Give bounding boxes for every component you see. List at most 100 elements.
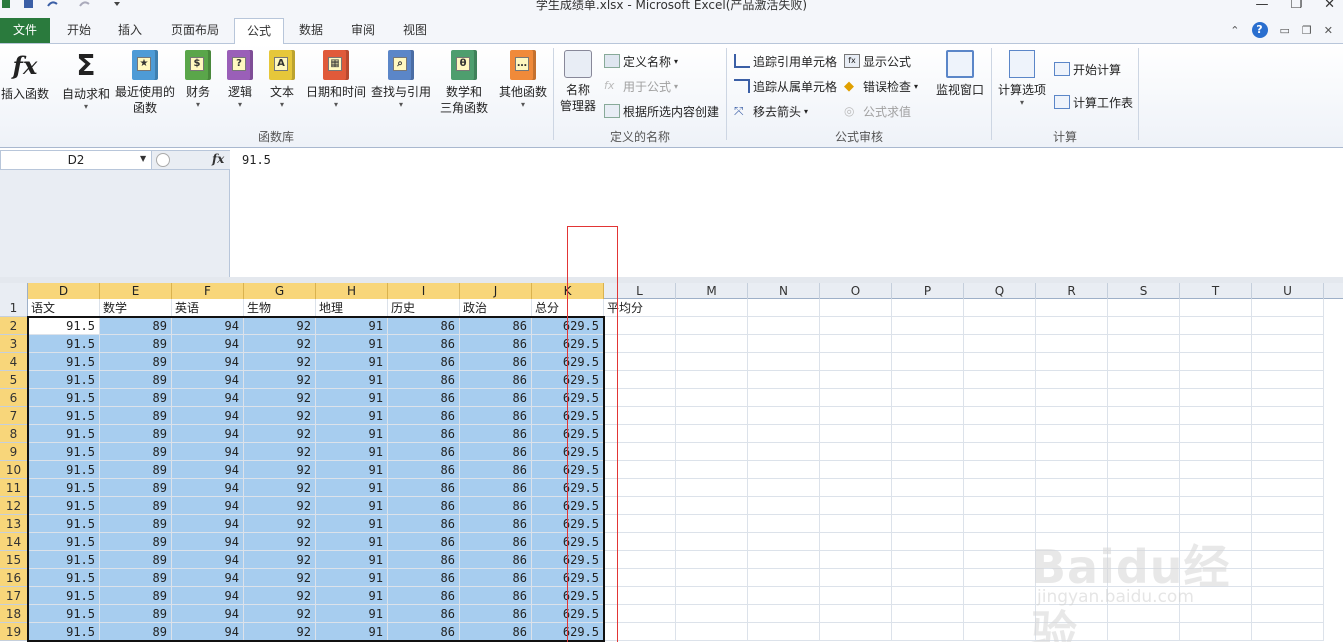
cell[interactable] bbox=[892, 461, 964, 479]
cell[interactable] bbox=[1180, 299, 1252, 317]
cell[interactable] bbox=[1252, 461, 1324, 479]
cell[interactable] bbox=[1180, 551, 1252, 569]
cell[interactable] bbox=[892, 623, 964, 641]
row-header-8[interactable]: 8 bbox=[0, 425, 28, 443]
cell[interactable] bbox=[604, 407, 676, 425]
cell[interactable] bbox=[1036, 443, 1108, 461]
data-cell[interactable]: 92 bbox=[244, 389, 316, 407]
data-cell[interactable]: 86 bbox=[460, 587, 532, 605]
cell[interactable] bbox=[820, 461, 892, 479]
cell[interactable] bbox=[1108, 497, 1180, 515]
header-cell[interactable]: 数学 bbox=[100, 299, 172, 317]
cell[interactable] bbox=[676, 425, 748, 443]
header-cell[interactable]: 英语 bbox=[172, 299, 244, 317]
cell[interactable] bbox=[1108, 317, 1180, 335]
formula-input[interactable]: 91.5 bbox=[230, 150, 1343, 277]
cell[interactable] bbox=[964, 335, 1036, 353]
cell[interactable] bbox=[1108, 533, 1180, 551]
data-cell[interactable]: 86 bbox=[388, 371, 460, 389]
cell[interactable] bbox=[964, 605, 1036, 623]
cell[interactable] bbox=[1180, 623, 1252, 641]
data-cell[interactable]: 86 bbox=[460, 533, 532, 551]
data-cell[interactable]: 92 bbox=[244, 605, 316, 623]
cell[interactable] bbox=[748, 407, 820, 425]
data-cell[interactable]: 86 bbox=[388, 605, 460, 623]
cell[interactable] bbox=[1252, 371, 1324, 389]
cell[interactable] bbox=[604, 479, 676, 497]
math-trig-button[interactable]: θ 数学和 三角函数 bbox=[434, 50, 494, 116]
data-cell[interactable]: 89 bbox=[100, 605, 172, 623]
cell[interactable] bbox=[1036, 299, 1108, 317]
data-cell[interactable]: 91 bbox=[316, 479, 388, 497]
column-header-n[interactable]: N bbox=[748, 283, 820, 299]
column-header-s[interactable]: S bbox=[1108, 283, 1180, 299]
data-cell[interactable]: 94 bbox=[172, 371, 244, 389]
data-cell[interactable]: 629.5 bbox=[532, 479, 604, 497]
watch-window-button[interactable]: 监视窗口 bbox=[934, 50, 986, 98]
data-cell[interactable]: 92 bbox=[244, 317, 316, 335]
cell[interactable] bbox=[892, 479, 964, 497]
data-cell[interactable]: 89 bbox=[100, 389, 172, 407]
trace-dependents-button[interactable]: 追踪从属单元格 bbox=[734, 77, 837, 95]
row-header-18[interactable]: 18 bbox=[0, 605, 28, 623]
cell[interactable] bbox=[1252, 443, 1324, 461]
data-cell[interactable]: 92 bbox=[244, 497, 316, 515]
cell[interactable] bbox=[892, 569, 964, 587]
column-header-e[interactable]: E bbox=[100, 283, 172, 299]
header-cell[interactable]: 地理 bbox=[316, 299, 388, 317]
cell[interactable] bbox=[1108, 389, 1180, 407]
cell[interactable] bbox=[1036, 407, 1108, 425]
cell[interactable] bbox=[1252, 317, 1324, 335]
cell[interactable] bbox=[1252, 497, 1324, 515]
header-cell[interactable]: 总分 bbox=[532, 299, 604, 317]
data-cell[interactable]: 92 bbox=[244, 623, 316, 641]
cell[interactable] bbox=[820, 335, 892, 353]
cell[interactable] bbox=[604, 443, 676, 461]
restore-icon[interactable]: ❐ bbox=[1290, 0, 1302, 12]
cell[interactable] bbox=[964, 587, 1036, 605]
data-cell[interactable]: 94 bbox=[172, 335, 244, 353]
cell[interactable] bbox=[1036, 533, 1108, 551]
data-cell[interactable]: 91 bbox=[316, 443, 388, 461]
header-cell[interactable]: 政治 bbox=[460, 299, 532, 317]
data-cell[interactable]: 86 bbox=[388, 587, 460, 605]
cell[interactable] bbox=[892, 443, 964, 461]
data-cell[interactable]: 91 bbox=[316, 407, 388, 425]
data-cell[interactable]: 91.5 bbox=[28, 389, 100, 407]
cell[interactable] bbox=[676, 443, 748, 461]
cell[interactable] bbox=[748, 479, 820, 497]
tab-home[interactable]: 开始 bbox=[56, 18, 102, 44]
cell[interactable] bbox=[964, 533, 1036, 551]
data-cell[interactable]: 91.5 bbox=[28, 461, 100, 479]
data-cell[interactable]: 91 bbox=[316, 371, 388, 389]
cell[interactable] bbox=[604, 533, 676, 551]
cell[interactable] bbox=[748, 623, 820, 641]
data-cell[interactable]: 89 bbox=[100, 587, 172, 605]
data-cell[interactable]: 629.5 bbox=[532, 443, 604, 461]
cell[interactable] bbox=[748, 299, 820, 317]
data-cell[interactable]: 91.5 bbox=[28, 371, 100, 389]
cell[interactable] bbox=[748, 353, 820, 371]
column-header-o[interactable]: O bbox=[820, 283, 892, 299]
data-cell[interactable]: 86 bbox=[388, 551, 460, 569]
data-cell[interactable]: 94 bbox=[172, 623, 244, 641]
column-header-d[interactable]: D bbox=[28, 283, 100, 299]
active-cell[interactable]: 91.5 bbox=[28, 317, 100, 335]
evaluate-formula-button[interactable]: ◎ 公式求值 bbox=[844, 102, 911, 120]
cell[interactable] bbox=[676, 587, 748, 605]
cell[interactable] bbox=[820, 425, 892, 443]
cell[interactable] bbox=[1180, 335, 1252, 353]
data-cell[interactable]: 91.5 bbox=[28, 623, 100, 641]
cell[interactable] bbox=[1108, 587, 1180, 605]
data-cell[interactable]: 89 bbox=[100, 407, 172, 425]
column-header-u[interactable]: U bbox=[1252, 283, 1324, 299]
cell[interactable] bbox=[604, 551, 676, 569]
row-header-10[interactable]: 10 bbox=[0, 461, 28, 479]
name-manager-button[interactable]: 名称 管理器 bbox=[558, 50, 598, 114]
data-cell[interactable]: 629.5 bbox=[532, 371, 604, 389]
data-cell[interactable]: 86 bbox=[460, 353, 532, 371]
row-header-9[interactable]: 9 bbox=[0, 443, 28, 461]
column-header-t[interactable]: T bbox=[1180, 283, 1252, 299]
data-cell[interactable]: 86 bbox=[388, 389, 460, 407]
cell[interactable] bbox=[892, 371, 964, 389]
